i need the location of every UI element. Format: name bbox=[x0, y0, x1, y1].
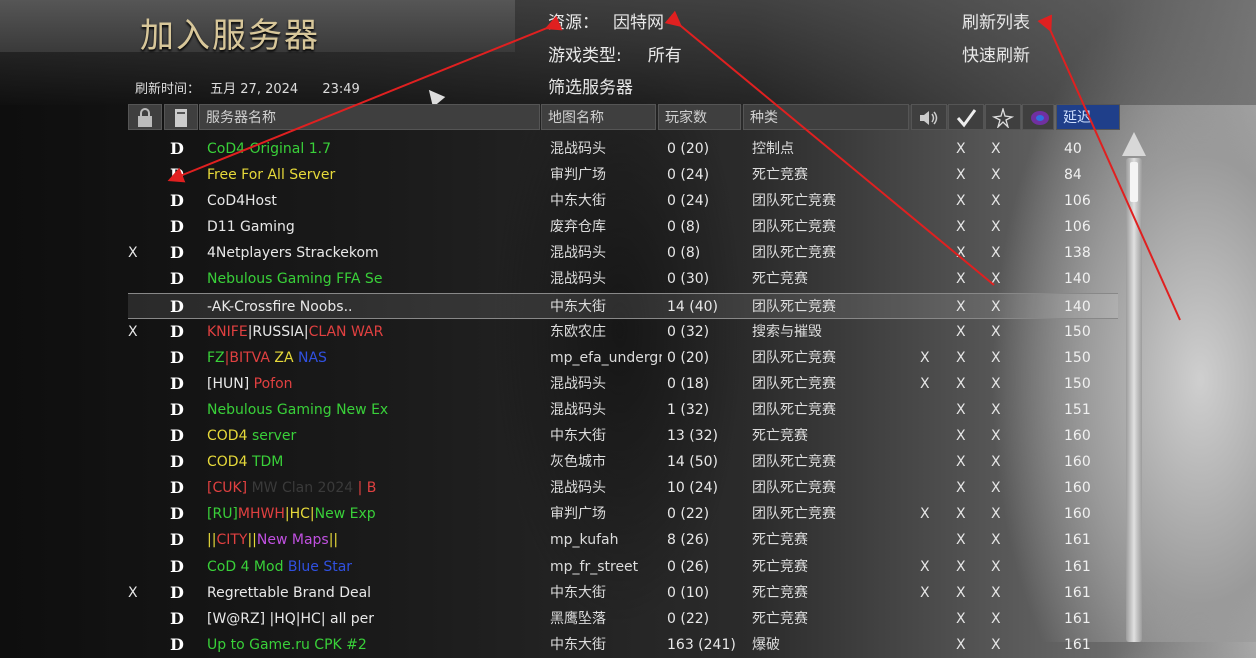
arrow-source-to-mod bbox=[664, 10, 995, 286]
annotation-arrows bbox=[167, 10, 1181, 321]
arrow-refresh-list bbox=[1037, 14, 1181, 321]
arrow-source-to-dedicated bbox=[167, 15, 563, 183]
